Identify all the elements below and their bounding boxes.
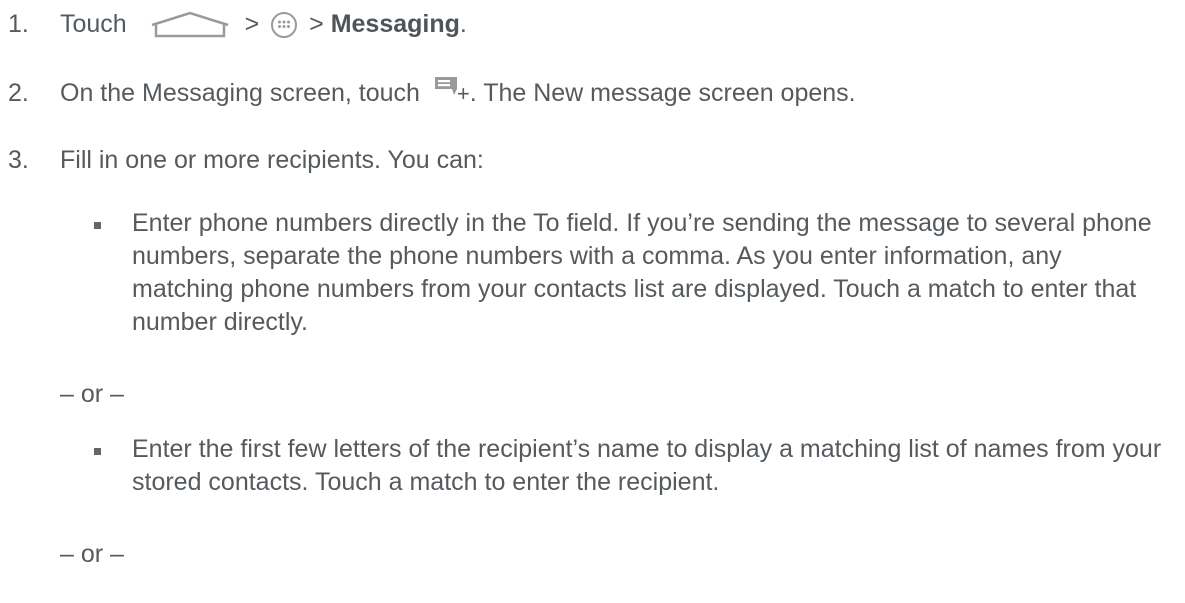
step-number: 3. xyxy=(8,146,29,174)
plus-sign: + xyxy=(456,81,470,106)
step-text: On the Messaging screen, touch xyxy=(60,79,420,107)
step-text: Touch xyxy=(60,10,127,38)
step-text-end: . The New message screen opens. xyxy=(469,79,856,107)
bullet-marker xyxy=(94,448,101,455)
step-number: 1. xyxy=(8,10,29,38)
or-separator: – or – xyxy=(60,380,124,408)
step-text-end: . xyxy=(459,10,467,38)
separator: > xyxy=(309,10,324,38)
step-text: Fill in one or more recipients. You can: xyxy=(60,146,484,174)
step-number: 2. xyxy=(8,79,29,107)
apps-icon xyxy=(271,12,298,39)
bullet-item: Enter phone numbers directly in the To f… xyxy=(132,209,1152,336)
messaging-label: Messaging xyxy=(330,10,460,38)
home-icon xyxy=(151,12,229,38)
bullet-marker xyxy=(94,222,101,229)
or-separator: – or – xyxy=(60,540,124,568)
separator: > xyxy=(244,10,260,38)
bullet-item: Enter the first few letters of the recip… xyxy=(132,435,1162,496)
new-message-icon xyxy=(434,77,457,95)
